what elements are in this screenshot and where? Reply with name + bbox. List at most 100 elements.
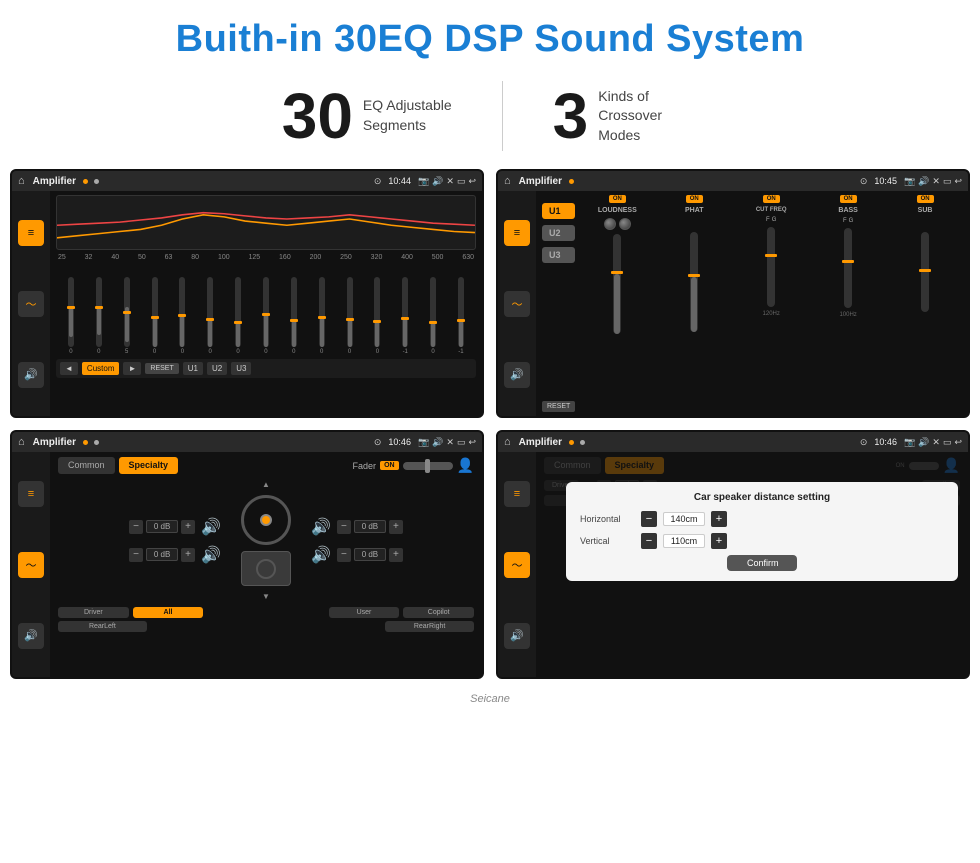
s2-phat-slider[interactable] — [690, 232, 698, 332]
s2-wave-icon[interactable]: 〜 — [504, 291, 530, 317]
s2-phat-on[interactable]: ON — [686, 195, 703, 203]
s3-vol-icon[interactable]: 🔊 — [18, 623, 44, 649]
back-icon[interactable]: ↩ — [468, 176, 476, 187]
steering-wheel[interactable] — [241, 495, 291, 545]
s2-eq-icon[interactable]: ≡ — [504, 220, 530, 246]
s4-vol-icon[interactable]: 🔊 — [504, 623, 530, 649]
fr-minus-btn[interactable]: − — [337, 520, 351, 534]
s2-u2-btn[interactable]: U2 — [542, 225, 575, 241]
home-icon[interactable]: ⌂ — [18, 175, 25, 187]
s2-vol-icon[interactable]: 🔊 — [504, 362, 530, 388]
eq-slider-14[interactable]: 0 — [420, 277, 446, 355]
eq-slider-11[interactable]: 0 — [337, 277, 363, 355]
eq-slider-9[interactable]: 0 — [281, 277, 307, 355]
back-icon2[interactable]: ↩ — [954, 176, 962, 187]
vertical-label: Vertical — [580, 536, 635, 546]
horizontal-plus-btn[interactable]: + — [711, 511, 727, 527]
tab-specialty[interactable]: Specialty — [119, 457, 179, 474]
s2-loudness-knob1[interactable] — [604, 218, 616, 230]
eq-slider-2[interactable]: 0 — [86, 277, 112, 355]
all-btn[interactable]: All — [133, 607, 204, 618]
eq-slider-6[interactable]: 0 — [197, 277, 223, 355]
s4-tab-common[interactable]: Common — [544, 457, 601, 474]
minimize-icon3[interactable]: ▭ — [457, 437, 466, 448]
rr-speaker-icon: 🔊 — [311, 545, 331, 565]
s4-wave-icon[interactable]: 〜 — [504, 552, 530, 578]
minimize-icon2[interactable]: ▭ — [943, 176, 952, 187]
copilot-btn[interactable]: Copilot — [403, 607, 474, 618]
fl-plus-btn[interactable]: + — [181, 520, 195, 534]
sidebar-wave-icon[interactable]: 〜 — [18, 291, 44, 317]
s3-wave-icon[interactable]: 〜 — [18, 552, 44, 578]
close-icon2[interactable]: ✕ — [932, 176, 940, 187]
eq-slider-10[interactable]: 0 — [309, 277, 335, 355]
s2-bass-on[interactable]: ON — [840, 195, 857, 203]
vertical-plus-btn[interactable]: + — [711, 533, 727, 549]
eq-u3-btn[interactable]: U3 — [231, 362, 251, 375]
eq-u1-btn[interactable]: U1 — [183, 362, 203, 375]
eq-slider-3[interactable]: 5 — [114, 277, 140, 355]
s3-eq-icon[interactable]: ≡ — [18, 481, 44, 507]
s2-bass-slider[interactable] — [844, 228, 852, 308]
s2-loudness-on[interactable]: ON — [609, 195, 626, 203]
status-dot2 — [94, 179, 99, 184]
user-btn[interactable]: User — [329, 607, 400, 618]
s2-loudness-slider[interactable] — [613, 234, 621, 334]
s2-u1-btn[interactable]: U1 — [542, 203, 575, 219]
rearright-btn[interactable]: RearRight — [385, 621, 474, 632]
fader-on-btn[interactable]: ON — [380, 461, 399, 470]
horizontal-minus-btn[interactable]: − — [641, 511, 657, 527]
close-icon[interactable]: ✕ — [446, 176, 454, 187]
fader-bar[interactable] — [403, 462, 453, 470]
screen-eq: ⌂ Amplifier ⊙ 10:44 📷 🔊 ✕ ▭ ↩ ≡ 〜 🔊 — [10, 169, 484, 418]
eq-slider-1[interactable]: 0 — [58, 277, 84, 355]
eq-slider-12[interactable]: 0 — [364, 277, 390, 355]
eq-slider-13[interactable]: -1 — [392, 277, 418, 355]
fl-minus-btn[interactable]: − — [129, 520, 143, 534]
eq-reset-btn[interactable]: RESET — [145, 363, 178, 374]
topbar-icons3: ⊙ 10:46 📷 🔊 ✕ ▭ ↩ — [374, 437, 476, 448]
sidebar-eq-icon[interactable]: ≡ — [18, 220, 44, 246]
s2-reset-btn[interactable]: RESET — [542, 401, 575, 412]
s2-cutfreq-on[interactable]: ON — [763, 195, 780, 203]
close-icon4[interactable]: ✕ — [932, 437, 940, 448]
rearleft-btn[interactable]: RearLeft — [58, 621, 147, 632]
minimize-icon4[interactable]: ▭ — [943, 437, 952, 448]
vertical-minus-btn[interactable]: − — [641, 533, 657, 549]
s4-eq-icon[interactable]: ≡ — [504, 481, 530, 507]
home-icon3[interactable]: ⌂ — [18, 436, 25, 448]
tab-common[interactable]: Common — [58, 457, 115, 474]
close-icon3[interactable]: ✕ — [446, 437, 454, 448]
eq-slider-5[interactable]: 0 — [169, 277, 195, 355]
back-icon3[interactable]: ↩ — [468, 437, 476, 448]
screen3-sidebar: ≡ 〜 🔊 — [12, 452, 50, 677]
rr-plus-btn[interactable]: + — [389, 548, 403, 562]
sidebar-vol-icon[interactable]: 🔊 — [18, 362, 44, 388]
eq-slider-8[interactable]: 0 — [253, 277, 279, 355]
minimize-icon[interactable]: ▭ — [457, 176, 466, 187]
eq-play-btn[interactable]: ► — [123, 362, 141, 375]
eq-slider-15[interactable]: -1 — [448, 277, 474, 355]
eq-graph — [56, 195, 476, 250]
s2-loudness-knob2[interactable] — [619, 218, 631, 230]
s4-tab-specialty[interactable]: Specialty — [605, 457, 665, 474]
eq-slider-4[interactable]: 0 — [142, 277, 168, 355]
fr-plus-btn[interactable]: + — [389, 520, 403, 534]
eq-custom-btn[interactable]: Custom — [82, 362, 120, 375]
rl-minus-btn[interactable]: − — [129, 548, 143, 562]
s2-u3-btn[interactable]: U3 — [542, 247, 575, 263]
eq-slider-7[interactable]: 0 — [225, 277, 251, 355]
driver-btn[interactable]: Driver — [58, 607, 129, 618]
home-icon4[interactable]: ⌂ — [504, 436, 511, 448]
s2-sub-slider[interactable] — [921, 232, 929, 312]
s2-sub-on[interactable]: ON — [917, 195, 934, 203]
confirm-btn[interactable]: Confirm — [727, 555, 797, 571]
rl-plus-btn[interactable]: + — [181, 548, 195, 562]
back-icon4[interactable]: ↩ — [954, 437, 962, 448]
rr-minus-btn[interactable]: − — [337, 548, 351, 562]
s2-cutfreq-slider1[interactable] — [767, 227, 775, 307]
eq-back-btn[interactable]: ◄ — [60, 362, 78, 375]
eq-u2-btn[interactable]: U2 — [207, 362, 227, 375]
eq-bottom-controls: ◄ Custom ► RESET U1 U2 U3 — [56, 359, 476, 378]
home-icon2[interactable]: ⌂ — [504, 175, 511, 187]
